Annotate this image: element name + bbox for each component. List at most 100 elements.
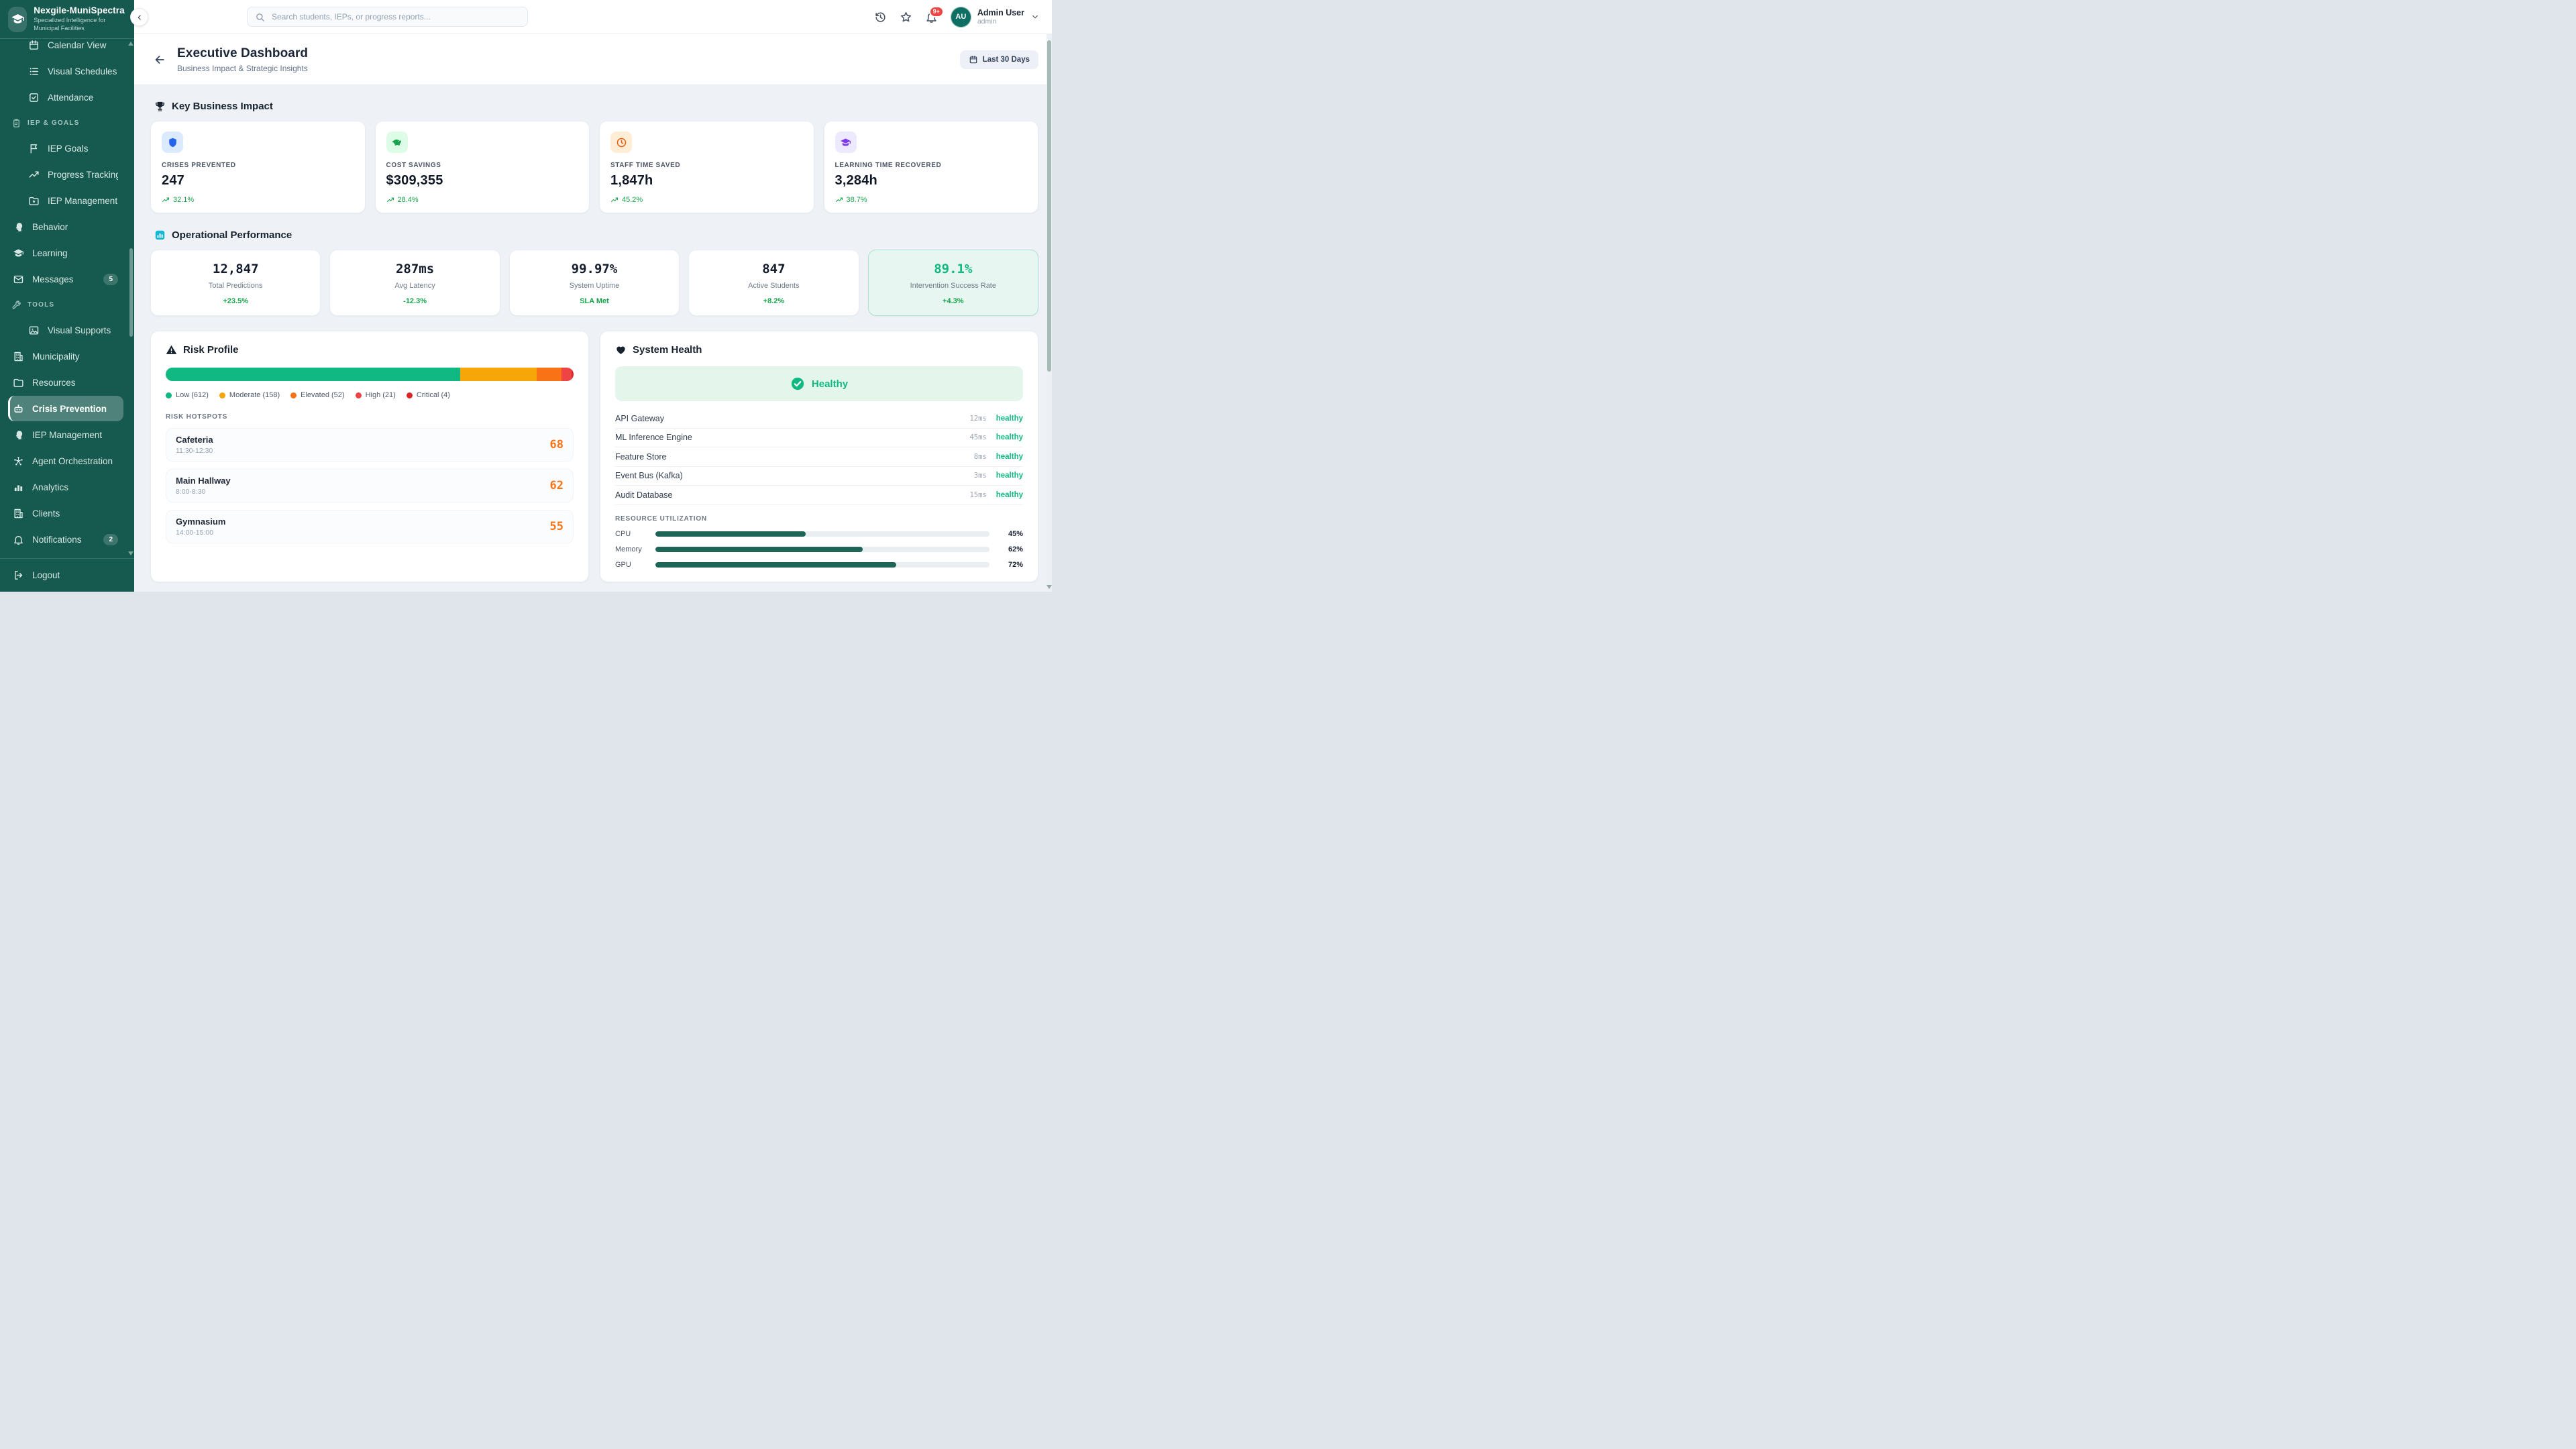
sidebar-nav: Calendar View Visual Schedules Attendance I… <box>0 39 134 558</box>
service-status: healthy <box>996 453 1023 461</box>
scroll-down-arrow[interactable] <box>128 551 133 555</box>
sidebar-item-label: Clients <box>32 508 60 519</box>
heart-icon <box>615 344 627 356</box>
impact-card-cost-savings: COST SAVINGS$309,35528.4% <box>375 121 590 213</box>
legend-label: Elevated (52) <box>301 391 344 399</box>
favorites-button[interactable] <box>900 11 912 23</box>
sidebar-item-label: Visual Schedules <box>48 66 117 76</box>
sidebar-item-messages[interactable]: Messages5 <box>8 266 123 292</box>
impact-card-staff-time-saved: STAFF TIME SAVED1,847h45.2% <box>599 121 814 213</box>
service-row-api-gateway: API Gateway12mshealthy <box>615 409 1023 429</box>
hotspot-row-main-hallway[interactable]: Main Hallway8:00-8:3062 <box>166 469 574 502</box>
scroll-down-arrow[interactable] <box>1046 585 1052 589</box>
metric-label: CRISES PREVENTED <box>162 162 354 169</box>
mail-icon <box>13 274 24 285</box>
sidebar-item-label: Calendar View <box>48 40 107 50</box>
panel-title: Risk Profile <box>183 344 239 356</box>
service-latency: 3ms <box>974 472 987 480</box>
panels-row: Risk Profile Low (612)Moderate (158)Elev… <box>150 331 1038 582</box>
hotspot-row-cafeteria[interactable]: Cafeteria11:30-12:3068 <box>166 428 574 462</box>
sidebar-item-label: Learning <box>32 248 68 258</box>
sidebar-item-label: Analytics <box>32 482 68 492</box>
resource-bars: CPU45%Memory62%GPU72% <box>615 530 1023 569</box>
sidebar-item-calendar-view[interactable]: Calendar View <box>8 39 123 58</box>
sidebar-item-label: IEP Management <box>32 430 102 440</box>
service-status: healthy <box>996 491 1023 499</box>
panel-title: System Health <box>633 344 702 356</box>
sidebar-item-label: Attendance <box>48 93 93 103</box>
sidebar-item-crisis-prevention[interactable]: Crisis Prevention <box>8 396 123 421</box>
metric-trend: 38.7% <box>835 196 1028 204</box>
sidebar-item-logout[interactable]: Logout <box>8 564 126 588</box>
search-input[interactable] <box>270 11 520 22</box>
metric-icon-tile <box>835 131 857 153</box>
sidebar-item-iep-goals[interactable]: IEP Goals <box>8 136 123 161</box>
page-scrollbar <box>1046 34 1052 592</box>
global-search[interactable] <box>247 7 528 27</box>
sidebar-section-label: TOOLS <box>28 301 54 309</box>
app-title-block: Nexgile-MuniSpectra Specialized Intellig… <box>34 5 126 32</box>
notifications-button[interactable]: 9+ <box>925 11 938 23</box>
metric-label: COST SAVINGS <box>386 162 579 169</box>
sidebar-item-learning[interactable]: Learning <box>8 240 123 266</box>
piggy-icon <box>391 137 402 148</box>
trend-value: 38.7% <box>847 196 867 204</box>
op-value: 847 <box>696 262 851 276</box>
user-menu[interactable]: AU Admin User admin <box>951 7 1040 28</box>
sidebar-item-notifications[interactable]: Notifications2 <box>8 527 123 552</box>
sidebar-item-behavior[interactable]: Behavior <box>8 214 123 239</box>
risk-segment-elevated <box>537 368 561 381</box>
legend-label: Low (612) <box>176 391 209 399</box>
calendar-icon <box>969 55 978 64</box>
resource-name: Memory <box>615 545 654 553</box>
sidebar-item-progress-tracking[interactable]: Progress Tracking <box>8 162 123 187</box>
trend-up-icon <box>386 196 394 204</box>
hotspot-row-gymnasium[interactable]: Gymnasium14:00-15:0055 <box>166 510 574 543</box>
risk-segment-high <box>561 368 572 381</box>
sidebar-item-analytics[interactable]: Analytics <box>8 474 123 500</box>
sidebar-item-iep-management[interactable]: IEP Management <box>8 188 123 213</box>
legend-label: Critical (4) <box>417 391 450 399</box>
sidebar-item-municipality[interactable]: Municipality <box>8 343 123 369</box>
sidebar-item-label: Behavior <box>32 222 68 232</box>
sidebar-scrollbar-thumb[interactable] <box>129 248 133 337</box>
bell-icon <box>13 534 24 545</box>
risk-profile-panel: Risk Profile Low (612)Moderate (158)Elev… <box>150 331 589 582</box>
history-button[interactable] <box>874 11 887 23</box>
metric-value: 3,284h <box>835 173 1028 189</box>
sidebar: Nexgile-MuniSpectra Specialized Intellig… <box>0 0 134 592</box>
sidebar-item-agent-orchestration[interactable]: Agent Orchestration <box>8 448 123 474</box>
metric-icon-tile <box>610 131 632 153</box>
resource-bar-fill <box>655 562 896 568</box>
system-health-panel: System Health Healthy API Gateway12mshea… <box>600 331 1038 582</box>
trend-up-icon <box>28 169 40 180</box>
back-button[interactable] <box>149 53 170 66</box>
metric-value: 1,847h <box>610 173 803 189</box>
sidebar-section-tools: TOOLS <box>8 292 123 317</box>
resource-percent: 62% <box>999 545 1023 553</box>
op-trend: SLA Met <box>517 297 672 305</box>
op-label: Total Predictions <box>158 282 313 290</box>
sidebar-item-iep-management[interactable]: IEP Management <box>8 422 123 447</box>
sidebar-item-label: Logout <box>32 570 60 580</box>
scroll-up-arrow[interactable] <box>128 42 133 46</box>
search-icon <box>255 12 265 22</box>
grad-cap-icon <box>13 248 24 259</box>
trend-value: 32.1% <box>173 196 194 204</box>
op-card-active-students: 847Active Students+8.2% <box>688 250 859 316</box>
sidebar-collapse-button[interactable] <box>130 8 148 26</box>
metric-label: STAFF TIME SAVED <box>610 162 803 169</box>
resource-bar-track <box>655 547 989 552</box>
page-scrollbar-thumb[interactable] <box>1047 40 1051 372</box>
sidebar-item-resources[interactable]: Resources <box>8 370 123 395</box>
op-value: 99.97% <box>517 262 672 276</box>
risk-segment-critical <box>572 368 574 381</box>
date-range-button[interactable]: Last 30 Days <box>960 50 1038 69</box>
sidebar-item-attendance[interactable]: Attendance <box>8 85 123 110</box>
services-list: API Gateway12mshealthyML Inference Engin… <box>615 409 1023 505</box>
op-value: 89.1% <box>875 262 1031 276</box>
impact-cards-row: CRISES PREVENTED24732.1%COST SAVINGS$309… <box>150 121 1038 213</box>
sidebar-item-clients[interactable]: Clients <box>8 500 123 526</box>
sidebar-item-visual-schedules[interactable]: Visual Schedules <box>8 58 123 84</box>
sidebar-item-visual-supports[interactable]: Visual Supports <box>8 317 123 343</box>
